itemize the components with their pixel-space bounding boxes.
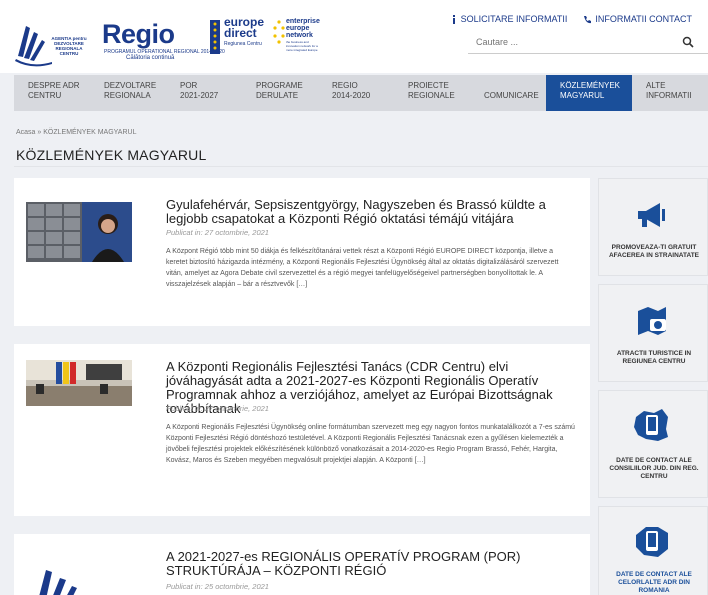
nav-label-line1: DESPRE ADR [28,81,80,90]
informatii-contact-link[interactable]: INFORMATII CONTACT [583,14,692,24]
een-footer: the business and innovation network for … [286,40,318,52]
nav-label-line2: CENTRU [28,91,62,100]
search-icon[interactable] [682,36,694,48]
nav-label-line2: INFORMATII [646,91,692,100]
regio-logo[interactable]: Regio PROGRAMUL OPERATIONAL REGIONAL 201… [102,20,225,61]
sidebar-contact-consilii[interactable]: DATE DE CONTACT ALE CONSILIILOR JUD. DIN… [598,390,708,498]
sidebar-label: PROMOVEAZA-TI GRATUIT AFACEREA IN STRAIN… [608,244,700,259]
sidebar-atractii-turistice[interactable]: ATRACTII TURISTICE IN REGIUNEA CENTRU [598,284,708,382]
article-title[interactable]: A 2021-2027-es REGIONÁLIS OPERATÍV PROGR… [166,550,581,578]
een-stars-icon [273,20,285,44]
title-divider [14,166,708,167]
page-title: KÖZLEMÉNYEK MAGYARUL [16,147,207,163]
region-phone-icon [634,409,668,441]
solicitare-informatii-link[interactable]: SOLICITARE INFORMATII [450,14,568,24]
eu-stars-icon [210,20,220,54]
adr-logo-image [26,548,132,595]
europe-direct-logo[interactable]: europe direct Regiunea Centru [208,16,268,58]
top-links: SOLICITARE INFORMATII INFORMATII CONTACT [450,14,692,24]
nav-label-line1: REGIO [332,81,358,90]
nav-label-line1: DEZVOLTARE [104,81,157,90]
article-thumbnail[interactable] [26,360,132,406]
info-icon [452,14,455,24]
nav-programe-derulate[interactable]: PROGRAME DERULATE [242,75,318,111]
country-phone-icon [636,527,668,557]
nav-label-line2: DERULATE [256,91,299,100]
article-date: Publicat in: 27 octombrie, 2021 [166,228,269,237]
sidebar-label: ATRACTII TURISTICE IN REGIUNEA CENTRU [616,350,692,365]
article-thumbnail[interactable] [26,202,132,262]
enterprise-europe-network-logo[interactable]: enterprise europe network the business a… [272,16,320,58]
adr-centru-logo[interactable]: AGENTIA pentru DEZVOLTARE REGIONALA CENT… [12,12,87,68]
sidebar-promo-afacere[interactable]: PROMOVEAZA-TI GRATUIT AFACEREA IN STRAIN… [598,178,708,276]
megaphone-icon [638,203,665,227]
nav-label-line1: KÖZLEMÉNYEK [560,81,621,90]
nav-label-line2: 2014-2020 [332,91,371,100]
article-card: Gyulafehérvár, Sepsiszentgyörgy, Nagysze… [14,178,590,326]
nav-label-line2: REGIONALE [408,91,455,100]
nav-kozlemenyek-magyarul[interactable]: KÖZLEMÉNYEK MAGYARUL [546,75,632,111]
nav-label-line1: PROIECTE [408,81,449,90]
sidebar-label: DATE DE CONTACT ALE CELORLALTE ADR DIN R… [616,571,692,594]
adr-logo-text: AGENTIA pentru DEZVOLTARE REGIONALA CENT… [51,36,87,56]
site-header: AGENTIA pentru DEZVOLTARE REGIONALA CENT… [0,0,708,73]
regio-logo-tagline: Călătoria continuă [126,55,175,61]
informatii-contact-label: INFORMATII CONTACT [595,14,692,24]
main-nav: DESPRE ADR CENTRU DEZVOLTARE REGIONALA POR… [14,75,708,111]
article-card: A Központi Regionális Fejlesztési Tanács… [14,344,590,516]
solicitare-informatii-label: SOLICITARE INFORMATII [460,14,568,24]
sidebar-label: DATE DE CONTACT ALE CONSILIILOR JUD. DIN… [609,457,699,480]
nav-label-line2: 2021-2027 [180,91,219,100]
regio-wordmark: Regio [102,19,175,49]
article-date: Publicat in: 25 octombrie, 2021 [166,582,269,591]
article-card: A 2021-2027-es REGIONÁLIS OPERATÍV PROGR… [14,534,590,595]
map-photo-icon [638,307,666,335]
video-call-image [26,202,132,262]
article-excerpt: A Központi Regionális Fejlesztési Ügynök… [166,424,575,464]
nav-comunicare[interactable]: COMUNICARE [470,75,546,111]
een-text: enterprise europe network [286,18,320,39]
nav-regio-2014-2020[interactable]: REGIO 2014-2020 [318,75,394,111]
nav-por-2021-2027[interactable]: POR 2021-2027 [166,75,242,111]
article-thumbnail[interactable] [26,548,132,595]
europe-direct-line2: direct [224,26,257,40]
nav-label-line1: PROGRAME [256,81,303,90]
meeting-room-image [26,360,132,406]
nav-label-line1: POR [180,81,198,90]
nav-alte-informatii[interactable]: ALTE INFORMATII [632,75,708,111]
nav-label-line2: REGIONALA [104,91,151,100]
article-title[interactable]: Gyulafehérvár, Sepsiszentgyörgy, Nagysze… [166,198,581,226]
nav-label-line1: ALTE [646,81,666,90]
nav-dezvoltare-regionala[interactable]: DEZVOLTARE REGIONALA [90,75,166,111]
phone-icon [584,15,592,23]
article-excerpt: A Központ Régió több mint 50 diákja és f… [166,248,559,288]
sidebar-contact-adr[interactable]: DATE DE CONTACT ALE CELORLALTE ADR DIN R… [598,506,708,595]
article-date: Publicat in: 27 octombrie, 2021 [166,404,269,413]
search-bar [468,32,708,54]
nav-despre-adr-centru[interactable]: DESPRE ADR CENTRU [14,75,90,111]
nav-label-line2: COMUNICARE [484,91,539,100]
nav-label-line2: MAGYARUL [560,91,605,100]
nav-proiecte-regionale[interactable]: PROIECTE REGIONALE [394,75,470,111]
breadcrumb[interactable]: Acasa » KÖZLEMÉNYEK MAGYARUL [16,129,136,136]
europe-direct-sub: Regiunea Centru [224,41,262,47]
search-input[interactable] [468,32,668,52]
